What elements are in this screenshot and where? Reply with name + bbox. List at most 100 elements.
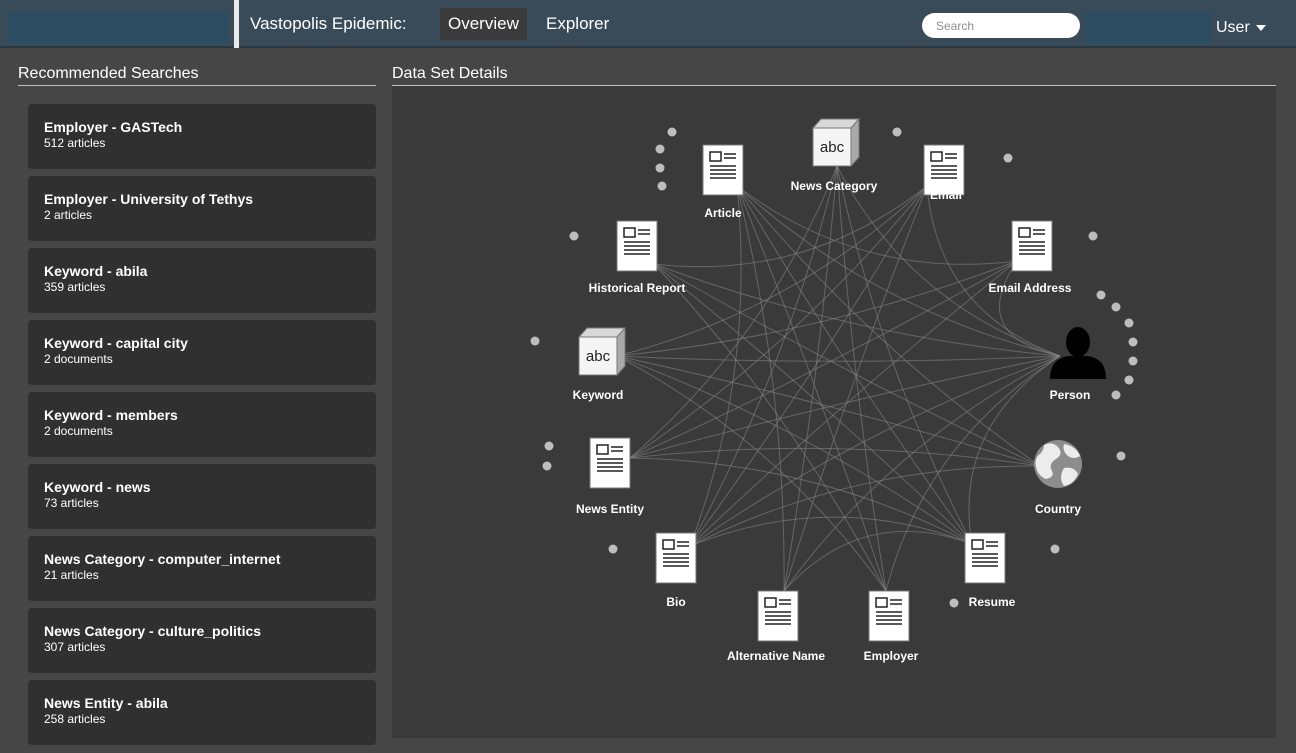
graph-node-email-address[interactable]: Email Address bbox=[989, 220, 1072, 295]
graph-node-label: Alternative Name bbox=[727, 649, 825, 663]
graph-dot bbox=[542, 461, 552, 471]
graph-node-resume[interactable]: Resume bbox=[964, 532, 1016, 609]
graph-dot bbox=[667, 127, 677, 137]
graph-node-label: Article bbox=[704, 206, 742, 220]
recommended-search-card[interactable]: News Entity - abila 258 articles bbox=[28, 680, 376, 745]
brand-placeholder bbox=[8, 12, 228, 44]
document-icon bbox=[1011, 220, 1053, 272]
recommended-search-count: 2 documents bbox=[44, 424, 113, 438]
recommended-search-card[interactable]: Keyword - capital city 2 documents bbox=[28, 320, 376, 385]
recommended-search-count: 307 articles bbox=[44, 640, 106, 654]
document-icon bbox=[964, 532, 1006, 584]
graph-dot bbox=[655, 144, 665, 154]
recommended-search-title: Keyword - abila bbox=[44, 263, 148, 279]
graph-edge bbox=[836, 165, 973, 545]
graph-node-alternative-name[interactable]: Alternative Name bbox=[727, 590, 825, 663]
graph-node-label: Bio bbox=[666, 595, 685, 609]
graph-dot bbox=[1050, 544, 1060, 554]
recommended-search-title: News Category - computer_internet bbox=[44, 551, 281, 567]
recommended-search-card[interactable]: Keyword - abila 359 articles bbox=[28, 248, 376, 313]
recommended-search-card[interactable]: Keyword - news 73 articles bbox=[28, 464, 376, 529]
abc-cube-icon: abc bbox=[577, 326, 627, 377]
globe-icon bbox=[1034, 440, 1082, 488]
graph-edge bbox=[689, 185, 742, 547]
graph-dot bbox=[1128, 356, 1138, 366]
graph-edges bbox=[616, 165, 1061, 592]
graph-node-historical-report[interactable]: Historical Report bbox=[589, 220, 686, 295]
graph-dot bbox=[1111, 390, 1121, 400]
graph-dot bbox=[1124, 318, 1134, 328]
graph-edge bbox=[689, 185, 928, 547]
graph-dot bbox=[1128, 337, 1138, 347]
tab-overview[interactable]: Overview bbox=[440, 8, 527, 40]
graph-node-label: Email Address bbox=[989, 281, 1072, 295]
graph-dot bbox=[1096, 290, 1106, 300]
graph-edge bbox=[783, 165, 838, 592]
graph-node-news-category[interactable]: abc News Category bbox=[791, 117, 878, 193]
graph-dot bbox=[1003, 153, 1013, 163]
graph-node-label: Person bbox=[1050, 388, 1091, 402]
recommended-searches-title: Recommended Searches bbox=[18, 64, 376, 86]
graph-node-person[interactable]: Person bbox=[1050, 327, 1106, 402]
document-icon bbox=[589, 437, 631, 489]
graph-dot bbox=[1111, 302, 1121, 312]
graph-dot bbox=[1124, 375, 1134, 385]
graph-node-news-entity[interactable]: News Entity bbox=[576, 437, 644, 516]
graph-edge bbox=[616, 355, 1061, 362]
document-icon bbox=[655, 532, 697, 584]
app-title: Vastopolis Epidemic: bbox=[250, 14, 407, 33]
tab-explorer[interactable]: Explorer bbox=[538, 8, 617, 40]
graph-edge bbox=[653, 263, 1061, 357]
abc-cube-icon: abc bbox=[811, 117, 861, 168]
graph-node-label: News Entity bbox=[576, 502, 644, 516]
graph-node-email[interactable]: Email bbox=[923, 144, 965, 202]
graph-edge bbox=[736, 185, 1018, 265]
recommended-search-count: 359 articles bbox=[44, 280, 106, 294]
graph-dot bbox=[657, 181, 667, 191]
recommended-search-card[interactable]: Keyword - members 2 documents bbox=[28, 392, 376, 457]
document-icon bbox=[757, 590, 799, 642]
graph-dot bbox=[949, 598, 959, 608]
user-menu[interactable]: User bbox=[1216, 12, 1266, 44]
recommended-search-title: News Category - culture_politics bbox=[44, 623, 262, 639]
graph-dot bbox=[530, 336, 540, 346]
document-icon bbox=[868, 590, 910, 642]
graph-node-label: Historical Report bbox=[589, 281, 686, 295]
caret-down-icon bbox=[1255, 24, 1266, 31]
graph-node-label: News Category bbox=[791, 179, 878, 193]
recommended-search-count: 73 articles bbox=[44, 496, 99, 510]
document-icon bbox=[702, 144, 744, 196]
search-input[interactable] bbox=[922, 13, 1080, 38]
document-icon bbox=[616, 220, 658, 272]
recommended-search-card[interactable]: Employer - GASTech 512 articles bbox=[28, 104, 376, 169]
recommended-search-count: 21 articles bbox=[44, 568, 99, 582]
person-icon bbox=[1050, 327, 1106, 379]
graph-dot bbox=[544, 441, 554, 451]
user-menu-label: User bbox=[1216, 19, 1250, 36]
graph-node-article[interactable]: Article bbox=[702, 144, 744, 220]
graph-dot bbox=[655, 163, 665, 173]
entity-relationship-graph[interactable]: Article abc News Category Email Historical R… bbox=[392, 86, 1276, 738]
recommended-search-title: Employer - GASTech bbox=[44, 119, 183, 135]
recommended-search-count: 258 articles bbox=[44, 712, 106, 726]
data-set-graph-panel: Article abc News Category Email Historical R… bbox=[392, 86, 1276, 738]
recommended-search-count: 512 articles bbox=[44, 136, 106, 150]
graph-node-keyword[interactable]: abc Keyword bbox=[573, 326, 627, 402]
top-navigation-bar: Vastopolis Epidemic: Overview Explorer U… bbox=[0, 0, 1296, 48]
graph-edge bbox=[836, 165, 887, 592]
graph-dot bbox=[1088, 231, 1098, 241]
graph-dot bbox=[1116, 451, 1126, 461]
recommended-search-title: Keyword - members bbox=[44, 407, 178, 423]
graph-node-label: Employer bbox=[864, 649, 919, 663]
recommended-search-card[interactable]: Employer - University of Tethys 2 articl… bbox=[28, 176, 376, 241]
recommended-search-title: Keyword - capital city bbox=[44, 335, 188, 351]
graph-edge bbox=[736, 185, 1041, 467]
recommended-search-card[interactable]: News Category - computer_internet 21 art… bbox=[28, 536, 376, 601]
divider bbox=[234, 0, 239, 48]
graph-node-employer[interactable]: Employer bbox=[864, 590, 919, 663]
recommended-search-card[interactable]: News Category - culture_politics 307 art… bbox=[28, 608, 376, 673]
graph-node-country[interactable]: Country bbox=[1034, 440, 1082, 516]
graph-node-bio[interactable]: Bio bbox=[655, 532, 697, 609]
recommended-search-title: Keyword - news bbox=[44, 479, 151, 495]
data-set-details-title: Data Set Details bbox=[392, 64, 1276, 86]
